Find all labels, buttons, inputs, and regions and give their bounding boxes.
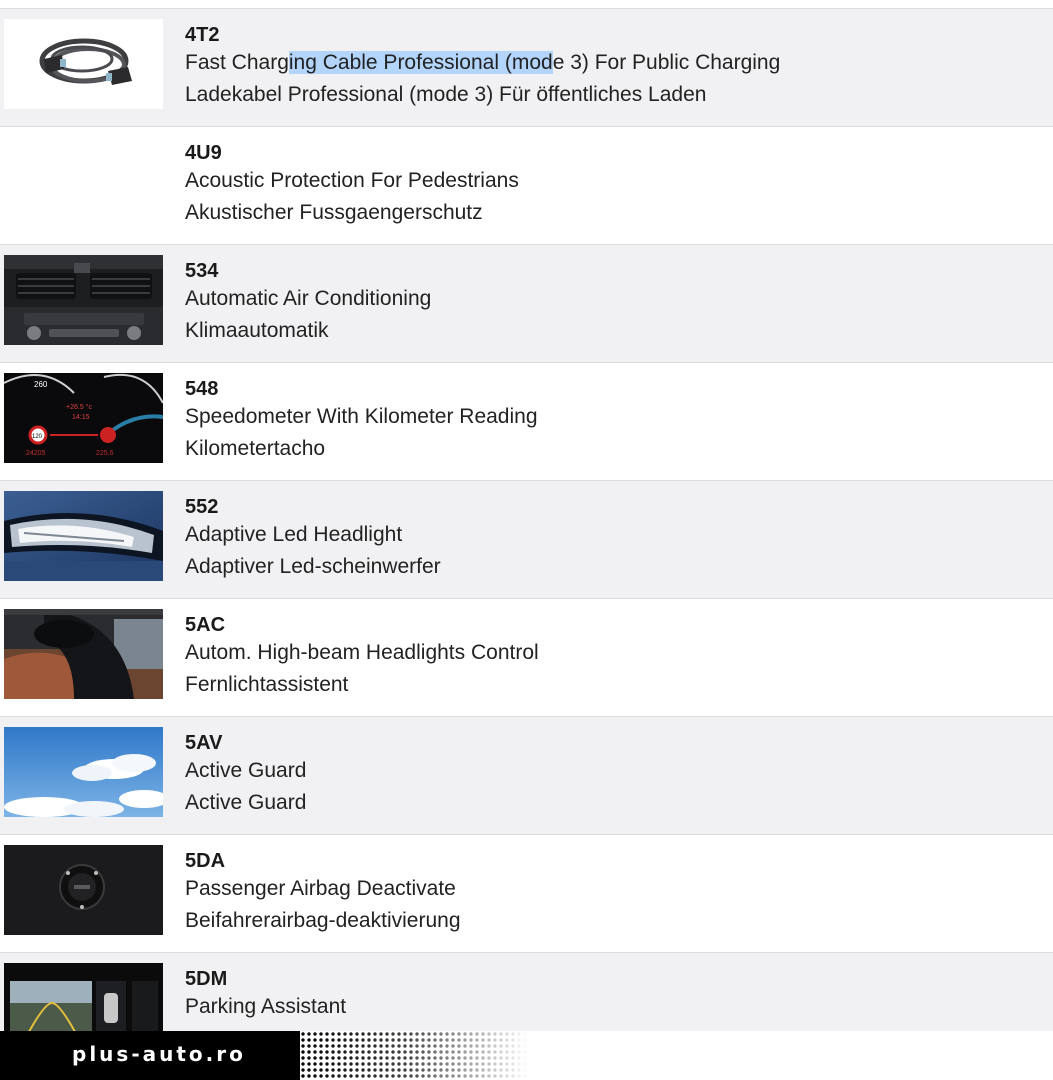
option-name-en: Automatic Air Conditioning [185, 287, 432, 310]
option-code: 5AC [185, 614, 226, 636]
option-name-de: Akustischer Fussgaengerschutz [185, 201, 483, 224]
option-name-en: Passenger Airbag Deactivate [185, 877, 456, 900]
option-text: 548 Speedometer With Kilometer Reading K… [185, 377, 1043, 465]
option-name-de: Fernlichtassistent [185, 673, 349, 696]
option-code: 4T2 [185, 24, 220, 46]
headlight-image [4, 491, 163, 581]
option-name-en: Parking Assistant [185, 995, 347, 1018]
option-text: 5AC Autom. High-beam Headlights Control … [185, 613, 1043, 701]
option-name-de: Adaptiver Led-scheinwerfer [185, 555, 441, 578]
text-after-selection: e 3) For Public Charging [552, 51, 781, 74]
option-name-en: Acoustic Protection For Pedestrians [185, 169, 519, 192]
option-text: 534 Automatic Air Conditioning Klimaauto… [185, 259, 1043, 347]
odometer-right-text: 225.6 [96, 450, 114, 457]
watermark-footer: plus-auto.ro [0, 1031, 1053, 1080]
option-text: 5DM Parking Assistant [185, 967, 1043, 1023]
option-code: 534 [185, 260, 219, 282]
option-text: 5AV Active Guard Active Guard [185, 731, 1043, 819]
option-name-de: Kilometertacho [185, 437, 326, 460]
option-row-552: 552 Adaptive Led Headlight Adaptiver Led… [0, 481, 1053, 599]
rear-view-mirror-camera-image [4, 609, 163, 699]
speed-mark-text: 260 [34, 380, 48, 389]
option-row-4u9: 4U9 Acoustic Protection For Pedestrians … [0, 127, 1053, 245]
option-code: 5DA [185, 850, 226, 872]
option-row-534: 534 Automatic Air Conditioning Klimaauto… [0, 245, 1053, 363]
option-name-de: Klimaautomatik [185, 319, 329, 342]
option-name-de: Beifahrerairbag-deaktivierung [185, 909, 461, 932]
speed-limit-text: 120 [32, 434, 43, 440]
instrument-cluster-image: 260 +26.5 °c 14:15 120 24205 225.6 [4, 373, 163, 463]
climate-control-panel-image [4, 255, 163, 345]
option-name-de: Ladekabel Professional (mode 3) Für öffe… [185, 83, 707, 106]
option-name-en: Autom. High-beam Headlights Control [185, 641, 539, 664]
option-row-4t2: 4T2 Fast Charging Cable Professional (mo… [0, 9, 1053, 127]
option-code: 5AV [185, 732, 223, 754]
time-text: 14:15 [72, 414, 90, 421]
airbag-key-switch-image [4, 845, 163, 935]
option-code: 552 [185, 496, 219, 518]
text-before-selection: Fast Charg [185, 51, 289, 74]
option-code: 548 [185, 378, 219, 400]
option-row-5ac: 5AC Autom. High-beam Headlights Control … [0, 599, 1053, 717]
option-row-548: 260 +26.5 °c 14:15 120 24205 225.6 548 S… [0, 363, 1053, 481]
option-name-de: Active Guard [185, 791, 307, 814]
brand-bar: plus-auto.ro [0, 1031, 300, 1080]
option-code: 5DM [185, 968, 228, 990]
option-name-en: Adaptive Led Headlight [185, 523, 403, 546]
option-text: 5DA Passenger Airbag Deactivate Beifahre… [185, 849, 1043, 937]
sky-image [4, 727, 163, 817]
option-text: 552 Adaptive Led Headlight Adaptiver Led… [185, 495, 1043, 583]
option-name-en: Speedometer With Kilometer Reading [185, 405, 538, 428]
option-name-en[interactable]: Fast Charging Cable Professional (mode 3… [185, 47, 1043, 79]
option-row-5da: 5DA Passenger Airbag Deactivate Beifahre… [0, 835, 1053, 953]
option-text: 4U9 Acoustic Protection For Pedestrians … [185, 141, 1043, 229]
charging-cable-image [4, 19, 163, 109]
option-text: 4T2 Fast Charging Cable Professional (mo… [185, 23, 1043, 111]
option-name-en: Active Guard [185, 759, 307, 782]
selected-text-highlight: ing Cable Professional (mod [288, 51, 553, 74]
temperature-text: +26.5 °c [66, 403, 92, 411]
brand-watermark-text: plus-auto.ro [72, 1042, 246, 1066]
option-list: 4T2 Fast Charging Cable Professional (mo… [0, 8, 1053, 1071]
option-code: 4U9 [185, 142, 222, 164]
option-row-5av: 5AV Active Guard Active Guard [0, 717, 1053, 835]
odometer-left-text: 24205 [26, 450, 46, 457]
halftone-pattern [300, 1031, 530, 1080]
